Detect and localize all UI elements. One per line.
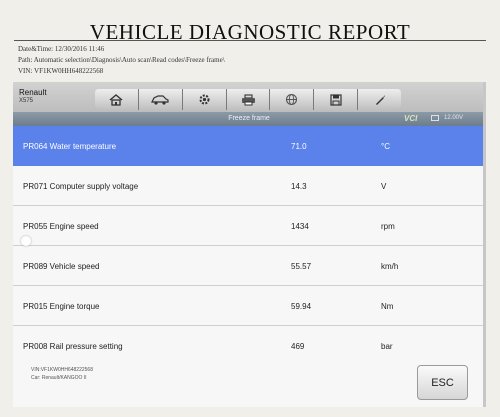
parameter-value: 71.0 [291, 142, 307, 151]
print-button[interactable] [226, 89, 271, 110]
table-row[interactable]: PR071 Computer supply voltage 14.3 V [13, 166, 485, 206]
screen-edge [483, 82, 486, 407]
parameter-unit: bar [381, 342, 393, 351]
pen-icon [375, 95, 385, 105]
parameter-unit: °C [381, 142, 390, 151]
vehicle-brand-label: Renault X575 [19, 88, 47, 106]
vehicle-button[interactable] [138, 89, 183, 110]
touch-indicator [21, 236, 31, 246]
freeze-frame-header: Freeze frame VCI 12.00V [13, 112, 485, 126]
report-path: Path: Automatic selection\Diagnosis\Auto… [18, 56, 225, 64]
home-button[interactable] [95, 89, 139, 110]
battery-icon [431, 115, 439, 121]
edit-button[interactable] [358, 89, 401, 110]
report-date-time: Date&Time: 12/30/2016 11:46 [18, 45, 105, 53]
printer-icon [241, 93, 255, 105]
parameter-name: PR089 Vehicle speed [23, 262, 100, 271]
parameter-value: 469 [291, 342, 305, 351]
model-code: X575 [19, 98, 34, 104]
home-icon [109, 93, 123, 106]
save-button[interactable] [314, 89, 359, 110]
diagnostic-screen: Renault X575 Freeze frame VCI 12.00V PR0… [13, 82, 485, 407]
settings-button[interactable] [182, 89, 227, 110]
parameter-value: 1434 [291, 222, 309, 231]
parameter-name: PR071 Computer supply voltage [23, 182, 139, 191]
save-icon [330, 93, 342, 106]
table-row[interactable]: PR055 Engine speed 1434 rpm [13, 206, 485, 246]
esc-button[interactable]: ESC [417, 365, 468, 400]
title-rule [14, 40, 486, 41]
web-button[interactable] [270, 89, 315, 110]
footer-bar: VIN:VF1KW0HH648222568 Car: Renault/KANGO… [13, 362, 485, 407]
vci-status-label: VCI [404, 114, 418, 123]
footer-car: Car: Renault/KANGOO II [31, 375, 87, 381]
parameter-value: 14.3 [291, 182, 307, 191]
globe-icon [286, 93, 298, 106]
table-row[interactable]: PR089 Vehicle speed 55.57 km/h [13, 246, 485, 286]
report-vin: VIN: VF1KW0HH648222568 [18, 67, 104, 75]
parameter-name: PR008 Rail pressure setting [23, 342, 123, 351]
footer-vin: VIN:VF1KW0HH648222568 [31, 367, 93, 373]
parameter-name: PR055 Engine speed [23, 222, 99, 231]
brand-name: Renault [19, 88, 47, 97]
parameter-unit: Nm [381, 302, 394, 311]
parameter-value: 55.57 [291, 262, 312, 271]
parameter-unit: rpm [381, 222, 395, 231]
parameter-value: 59.94 [291, 302, 312, 311]
report-title: VEHICLE DIAGNOSTIC REPORT [89, 20, 411, 44]
table-row[interactable]: PR015 Engine torque 59.94 Nm [13, 286, 485, 326]
table-row[interactable]: PR008 Rail pressure setting 469 bar [13, 326, 485, 366]
title-bar: Renault X575 [13, 82, 485, 112]
gear-icon [199, 94, 210, 105]
table-row[interactable]: PR064 Water temperature 71.0 °C [13, 126, 485, 166]
car-icon [151, 94, 169, 105]
battery-voltage: 12.00V [444, 115, 464, 121]
parameter-name: PR064 Water temperature [23, 142, 117, 151]
parameter-name: PR015 Engine torque [23, 302, 100, 311]
parameter-unit: V [381, 182, 387, 191]
toolbar [95, 89, 401, 110]
parameter-unit: km/h [381, 262, 399, 271]
